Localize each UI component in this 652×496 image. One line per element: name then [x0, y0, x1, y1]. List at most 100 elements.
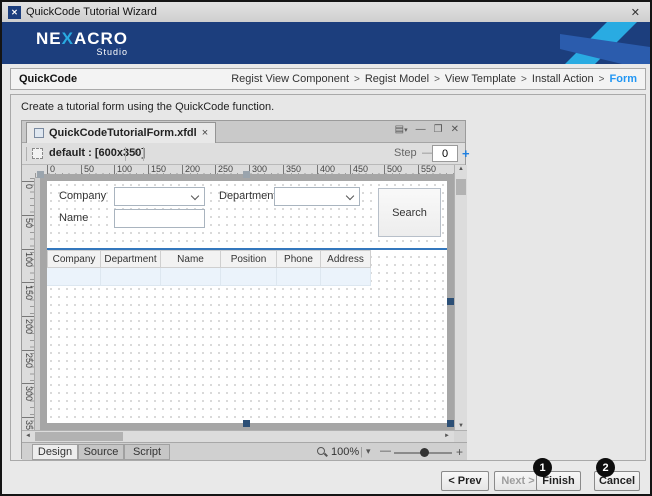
toolbar-separator	[143, 147, 144, 161]
prev-button[interactable]: < Prev	[441, 471, 489, 491]
form-selection-border[interactable]: Company Department Name Search Company D…	[40, 174, 454, 430]
scrollbar-corner	[454, 430, 467, 442]
window-list-icon[interactable]: ▤▾	[395, 124, 408, 135]
breadcrumb: QuickCode Regist View Component > Regist…	[10, 68, 646, 90]
grid-header-address[interactable]: Address	[321, 250, 371, 268]
magnifier-icon	[317, 447, 325, 455]
step-regist-model: Regist Model	[365, 73, 429, 85]
scroll-left-icon[interactable]: ◄	[22, 431, 34, 442]
toolbar-separator	[26, 147, 27, 161]
horizontal-scroll-thumb[interactable]	[35, 432, 123, 441]
scroll-down-icon[interactable]: ▼	[455, 423, 467, 429]
ruler-tick: 300	[22, 383, 34, 401]
minimize-icon[interactable]: —	[416, 124, 426, 135]
zoom-out-button[interactable]: —	[380, 445, 391, 457]
vertical-ruler: 0 50 100 150 200 250 300 350	[22, 178, 35, 430]
zoom-slider-knob[interactable]	[420, 448, 429, 457]
selection-handle-mid-right[interactable]	[447, 298, 454, 305]
grid-header-department[interactable]: Department	[101, 250, 161, 268]
step-view-template: View Template	[445, 73, 516, 85]
grid-cell	[161, 268, 221, 286]
wizard-window: ✕ QuickCode Tutorial Wizard ✕ NEXACRO St…	[0, 0, 652, 496]
vertical-scrollbar[interactable]: ▲ ▼	[454, 165, 467, 430]
grid-header-row: Company Department Name Position Phone A…	[47, 250, 371, 268]
horizontal-scrollbar[interactable]: ◄ ►	[22, 430, 467, 442]
grid-cell	[47, 268, 101, 286]
zoom-level: 100%	[331, 446, 359, 458]
window-close-icon[interactable]: ✕	[627, 6, 644, 19]
app-icon: ✕	[8, 6, 21, 19]
nexacro-logo: NEXACRO Studio	[36, 29, 128, 57]
selection-handle-bottom-right[interactable]	[447, 420, 454, 427]
selection-handle-bottom-center[interactable]	[243, 420, 250, 427]
ruler-tick: 200	[22, 316, 34, 334]
scroll-up-icon[interactable]: ▲	[455, 166, 467, 172]
grid-header-phone[interactable]: Phone	[277, 250, 321, 268]
zoom-in-button[interactable]: +	[456, 445, 463, 459]
selection-handle-top-center[interactable]	[243, 171, 250, 178]
close-icon[interactable]: ✕	[451, 124, 459, 135]
ruler-corner	[22, 165, 35, 178]
company-label: Company	[59, 190, 106, 202]
step-separator: >	[354, 74, 360, 85]
chevron-down-icon	[191, 192, 199, 200]
step-install-action: Install Action	[532, 73, 594, 85]
logo-text-x: X	[62, 29, 74, 48]
step-regist-view-component: Regist View Component	[231, 73, 349, 85]
brand-banner: NEXACRO Studio	[2, 22, 650, 64]
annotation-badge-2: 2	[596, 458, 615, 477]
tab-source[interactable]: Source	[78, 444, 124, 460]
grid-cell	[221, 268, 277, 286]
wizard-body-panel: Create a tutorial form using the QuickCo…	[10, 94, 646, 461]
chevron-down-icon	[346, 192, 354, 200]
form-canvas[interactable]: Company Department Name Search Company D…	[47, 181, 447, 423]
grid-header-position[interactable]: Position	[221, 250, 277, 268]
department-label: Department	[219, 190, 276, 202]
step-form-active: Form	[610, 73, 638, 85]
tab-close-icon[interactable]: ×	[202, 127, 208, 139]
form-file-icon	[34, 128, 44, 138]
company-combobox[interactable]	[114, 187, 205, 206]
tab-quickcodetutorialform[interactable]: QuickCodeTutorialForm.xfdl ×	[26, 122, 216, 143]
grid-empty-row	[47, 268, 371, 286]
logo-text-acro: ACRO	[74, 29, 128, 48]
tab-label: QuickCodeTutorialForm.xfdl	[49, 127, 197, 139]
brand-x-graphic	[560, 22, 650, 64]
grid-cell	[101, 268, 161, 286]
name-input[interactable]	[114, 209, 205, 228]
grid-header-company[interactable]: Company	[47, 250, 101, 268]
ruler-tick: 100	[22, 249, 34, 267]
ruler-tick: 350	[22, 417, 34, 430]
zoom-separator: |	[360, 446, 363, 458]
selection-handle-top-left[interactable]	[37, 171, 44, 178]
layout-size-label[interactable]: default : [600x350]	[49, 147, 145, 159]
design-area: 0 50 100 150 200 250 300 350 400 450 500…	[22, 165, 467, 430]
grid-cell	[277, 268, 321, 286]
ruler-tick: 50	[22, 215, 34, 228]
title-bar: ✕ QuickCode Tutorial Wizard ✕	[2, 2, 650, 22]
step-value-input[interactable]	[432, 145, 458, 162]
step-separator: >	[434, 74, 440, 85]
vertical-scroll-thumb[interactable]	[456, 179, 466, 195]
name-label: Name	[59, 212, 88, 224]
ruler-tick: 250	[22, 350, 34, 368]
step-label: Step	[394, 147, 417, 159]
editor-window-controls: ▤▾ — ❐ ✕	[395, 124, 459, 135]
department-combobox[interactable]	[274, 187, 360, 206]
ruler-tick: 0	[22, 181, 34, 189]
tab-script[interactable]: Script	[124, 444, 170, 460]
zoom-dropdown-icon[interactable]: ▾	[366, 446, 371, 457]
scroll-right-icon[interactable]: ►	[441, 431, 453, 442]
grid-header-name[interactable]: Name	[161, 250, 221, 268]
form-editor: QuickCodeTutorialForm.xfdl × ▤▾ — ❐ ✕ de…	[21, 120, 466, 459]
add-layout-button[interactable]: +	[132, 147, 138, 159]
step-increment-button[interactable]: +	[462, 146, 470, 161]
tab-design[interactable]: Design	[32, 444, 78, 460]
search-button[interactable]: Search	[378, 188, 441, 237]
window-title: QuickCode Tutorial Wizard	[26, 6, 627, 18]
step-separator: >	[521, 74, 527, 85]
restore-icon[interactable]: ❐	[434, 124, 443, 135]
annotation-badge-1: 1	[533, 458, 552, 477]
page-description: Create a tutorial form using the QuickCo…	[21, 101, 274, 113]
grid-cell	[321, 268, 371, 286]
